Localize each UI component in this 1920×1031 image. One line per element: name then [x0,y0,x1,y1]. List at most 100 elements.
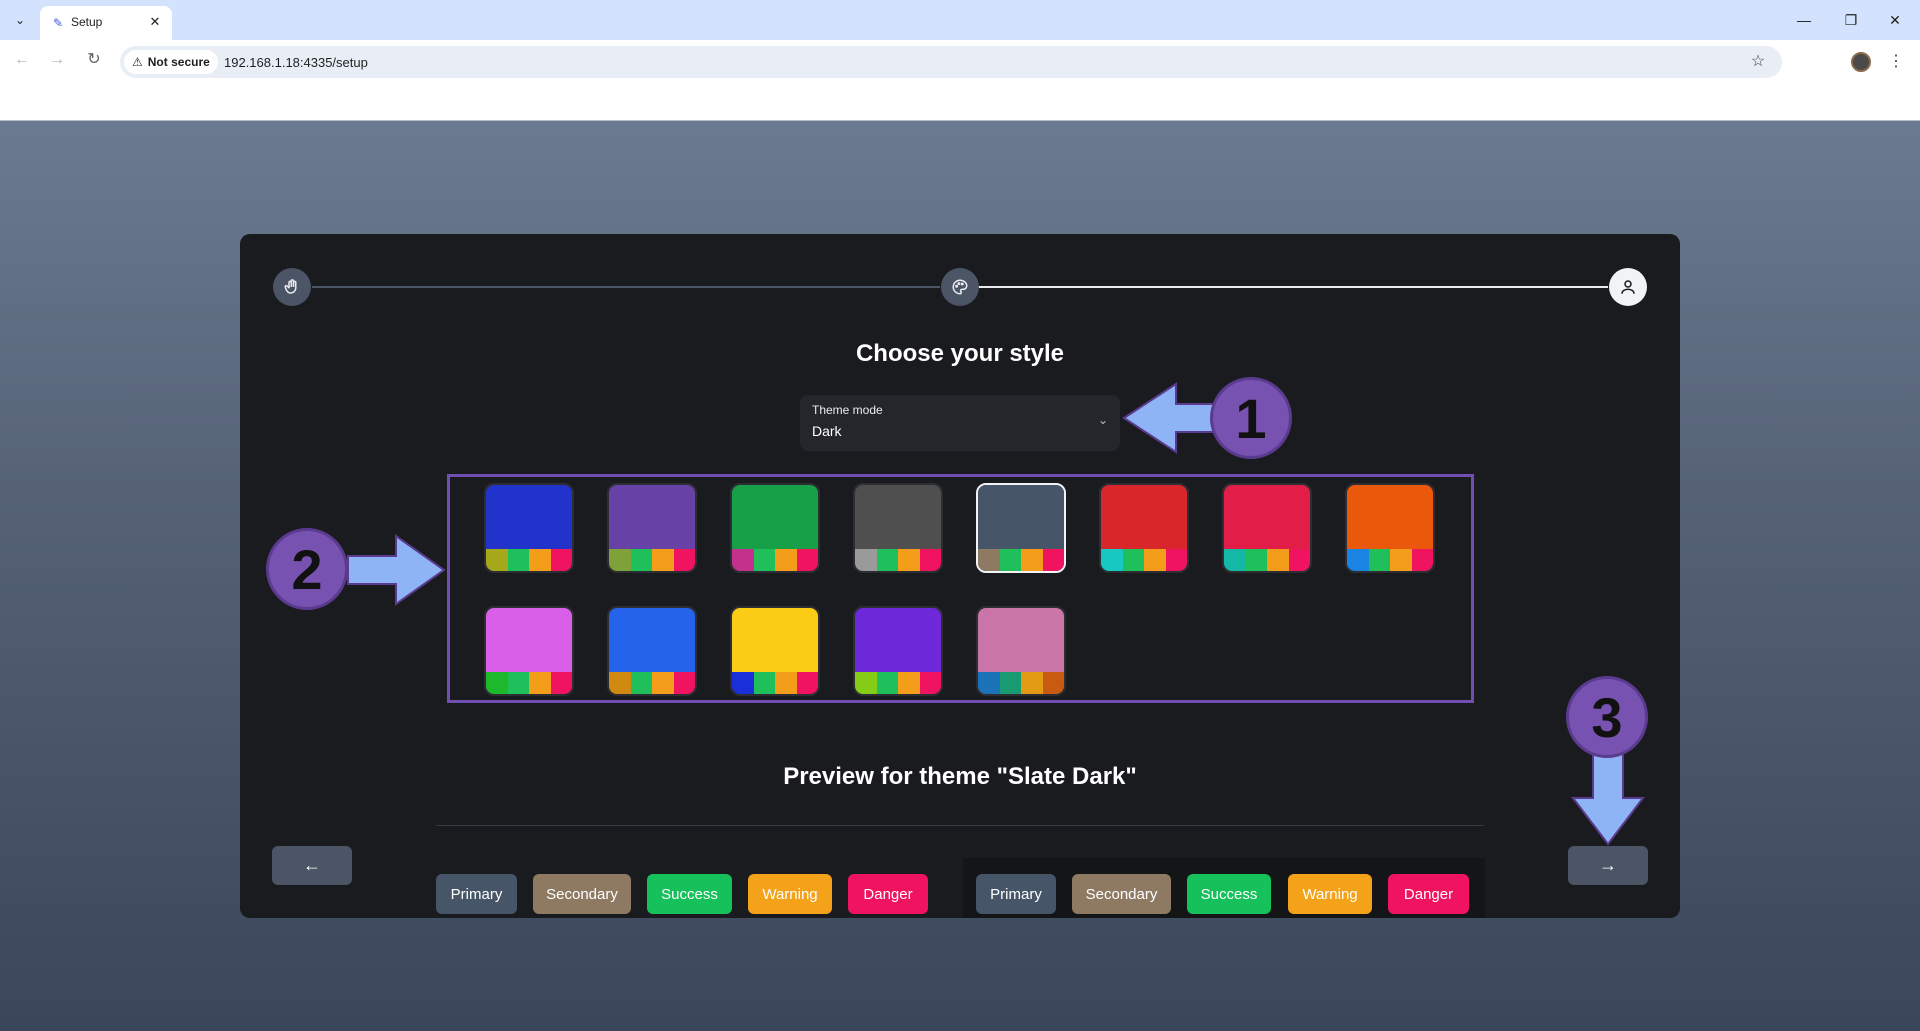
browser-menu-icon[interactable]: ⋮ [1886,50,1906,74]
swatch-stripe [550,549,572,571]
swatch-stripe [919,549,941,571]
theme-swatch-blue[interactable] [607,606,697,696]
tab-search-button[interactable]: ⌄ [8,8,32,32]
swatch-stripe [855,549,877,571]
preview-dark-success-button[interactable]: Success [1187,874,1271,914]
theme-swatch-purple[interactable] [853,606,943,696]
preview-light-danger-button[interactable]: Danger [848,874,928,914]
preview-light-success-button[interactable]: Success [647,874,732,914]
swatch-main-color [978,485,1064,551]
tab-close-button[interactable]: ✕ [146,13,164,31]
theme-swatch-green[interactable] [730,483,820,573]
swatch-stripe [978,672,1000,694]
swatch-stripe [796,549,818,571]
swatch-main-color [732,608,818,674]
stepper-track-completed [312,286,940,288]
step-style[interactable] [941,268,979,306]
preview-dark-danger-button[interactable]: Danger [1388,874,1469,914]
swatch-stripe [1245,549,1267,571]
swatch-main-color [609,485,695,551]
step-welcome[interactable] [273,268,311,306]
reload-icon[interactable]: ↻ [82,48,106,72]
theme-swatch-orange[interactable] [1345,483,1435,573]
theme-swatch-crimson[interactable] [1222,483,1312,573]
swatch-stripe [609,549,631,571]
stepper-track-remaining [978,286,1608,288]
swatch-stripe [1347,549,1369,571]
theme-swatch-violet[interactable] [607,483,697,573]
swatch-stripe [1042,549,1064,571]
theme-swatch-blue-dark[interactable] [484,483,574,573]
swatch-stripe [1042,672,1064,694]
next-button[interactable]: → [1568,846,1648,885]
swatch-stripe [1165,549,1187,571]
swatch-stripe [1267,549,1289,571]
theme-swatch-gray[interactable] [853,483,943,573]
theme-mode-select[interactable]: Theme mode Dark ⌄ [800,395,1120,451]
preview-dark-primary-button[interactable]: Primary [976,874,1056,914]
swatch-stripe [999,672,1021,694]
swatch-stripe [550,672,572,694]
preview-light-primary-button[interactable]: Primary [436,874,517,914]
theme-swatch-slate[interactable] [976,483,1066,573]
theme-swatch-fuchsia[interactable] [484,606,574,696]
preview-light-secondary-button[interactable]: Secondary [533,874,631,914]
swatch-main-color [1101,485,1187,551]
swatch-stripe [978,549,1000,571]
back-button[interactable]: ← [272,846,352,885]
swatch-stripe [775,549,797,571]
swatch-main-color [978,608,1064,674]
theme-swatch-red[interactable] [1099,483,1189,573]
swatch-stripe [652,672,674,694]
page-title: Choose your style [855,340,1065,367]
swatch-stripe [652,549,674,571]
restore-button[interactable]: ❐ [1836,8,1866,32]
browser-tab-bar: ⌄ ✎ Setup ✕ — ❐ ✕ [0,0,1920,40]
swatch-stripe [673,672,695,694]
swatch-stripe [486,672,508,694]
security-label: Not secure [147,55,210,69]
tab-title: Setup [71,15,103,29]
theme-mode-label: Theme mode [812,403,883,417]
user-icon [1621,280,1635,294]
theme-swatch-pink[interactable] [976,606,1066,696]
swatch-main-color [1347,485,1433,551]
swatch-stripe [1021,549,1043,571]
annotation-badge-3: 3 [1566,676,1648,758]
chevron-down-icon: ⌄ [1097,413,1108,427]
annotation-arrow-3 [1570,753,1646,846]
swatch-stripe [732,549,754,571]
swatch-stripe [529,549,551,571]
swatch-stripe [876,672,898,694]
profile-avatar[interactable] [1851,52,1871,72]
swatch-stripe [486,549,508,571]
back-icon[interactable]: ← [10,48,34,72]
preview-light-warning-button[interactable]: Warning [748,874,832,914]
swatch-stripe [630,672,652,694]
swatch-main-color [486,608,572,674]
window-close-button[interactable]: ✕ [1880,8,1910,32]
step-account[interactable] [1609,268,1647,306]
swatch-stripe [1021,672,1043,694]
browser-tab[interactable]: ✎ Setup ✕ [40,6,172,40]
swatch-main-color [855,485,941,551]
swatch-stripe [1144,549,1166,571]
theme-mode-value: Dark [812,423,842,439]
swatch-main-color [609,608,695,674]
forward-icon[interactable]: → [45,48,69,72]
minimize-button[interactable]: — [1789,8,1819,32]
swatch-main-color [732,485,818,551]
preview-dark-secondary-button[interactable]: Secondary [1072,874,1171,914]
url-text[interactable]: 192.168.1.18:4335/setup [224,55,368,70]
theme-swatch-yellow[interactable] [730,606,820,696]
annotation-arrow-2 [347,534,446,606]
preview-dark-warning-button[interactable]: Warning [1288,874,1372,914]
preview-title: Preview for theme "Slate Dark" [783,763,1137,790]
wave-icon [284,279,297,294]
swatch-stripe [898,549,920,571]
address-bar[interactable]: ⚠ Not secure 192.168.1.18:4335/setup ☆ [120,46,1782,78]
site-security-chip[interactable]: ⚠ Not secure [124,50,218,74]
bookmark-star-icon[interactable]: ☆ [1746,50,1770,74]
swatch-stripe [775,672,797,694]
swatch-stripe [753,549,775,571]
